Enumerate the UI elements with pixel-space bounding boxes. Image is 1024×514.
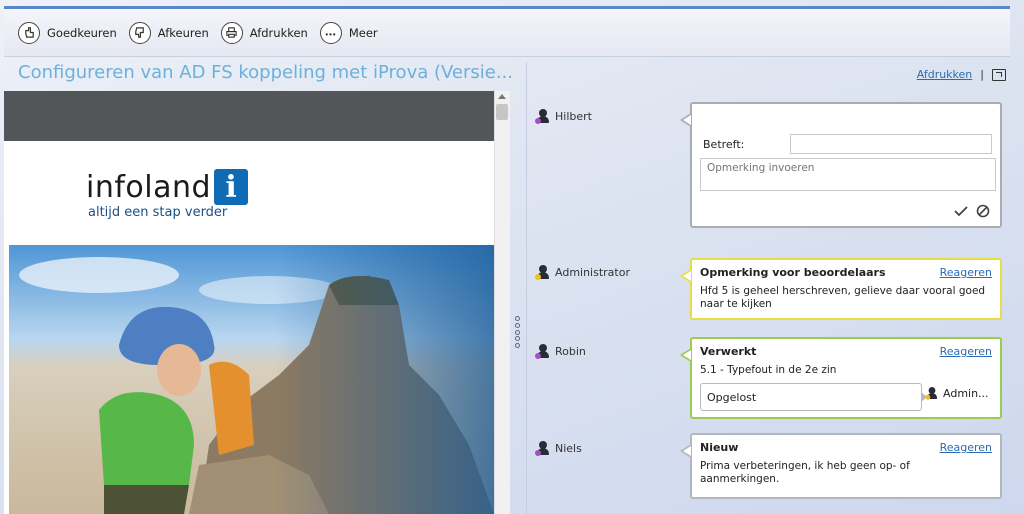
more-icon bbox=[319, 21, 342, 44]
scroll-up-arrow-icon[interactable] bbox=[498, 94, 506, 99]
confirm-check-icon[interactable] bbox=[954, 204, 968, 218]
comment-text: 5.1 - Typefout in de 2e zin bbox=[700, 364, 837, 376]
cancel-icon[interactable] bbox=[976, 204, 990, 218]
comment-card: Nieuw Reageren Prima verbeteringen, ik h… bbox=[680, 433, 1002, 499]
print-link[interactable]: Afdrukken bbox=[917, 68, 973, 81]
reply-link[interactable]: Reageren bbox=[940, 266, 992, 279]
print-button[interactable]: Afdrukken bbox=[220, 21, 308, 44]
separator: | bbox=[980, 68, 984, 81]
printer-icon bbox=[220, 21, 243, 44]
author-name: Administrator bbox=[555, 265, 630, 279]
user-icon bbox=[535, 109, 550, 124]
document-viewer[interactable]: infoland i altijd een stap verder bbox=[4, 91, 510, 514]
approve-icon bbox=[18, 21, 40, 44]
comment-card: Opmerking voor beoordelaars Reageren Hfd… bbox=[680, 258, 1002, 320]
user-icon bbox=[925, 387, 938, 400]
resolved-by: Admin... bbox=[925, 386, 989, 400]
document-page bbox=[9, 141, 494, 245]
subject-label: Betreft: bbox=[703, 137, 745, 151]
author-administrator: Administrator bbox=[535, 265, 630, 280]
comment-text: Prima verbeteringen, ik heb geen op- of … bbox=[700, 460, 910, 485]
status-text: Opgelost bbox=[707, 390, 757, 404]
toolbar: Goedkeuren Afkeuren Afdrukken Meer bbox=[4, 9, 1010, 57]
logo-tagline: altijd een stap verder bbox=[88, 205, 228, 220]
print-label: Afdrukken bbox=[249, 25, 308, 40]
pane-links: Afdrukken | bbox=[917, 68, 1006, 81]
author-name: Robin bbox=[555, 344, 586, 358]
user-icon bbox=[535, 441, 550, 456]
reject-button[interactable]: Afkeuren bbox=[128, 21, 209, 44]
author-name: Niels bbox=[555, 441, 582, 455]
pane-splitter-handle[interactable] bbox=[513, 316, 521, 348]
logo-badge: i bbox=[214, 169, 249, 205]
viewer-scrollbar[interactable] bbox=[494, 91, 510, 514]
comment-title: Verwerkt bbox=[700, 345, 757, 358]
more-label: Meer bbox=[348, 25, 378, 40]
scroll-thumb[interactable] bbox=[496, 104, 508, 120]
resolved-by-name: Admin... bbox=[943, 386, 989, 400]
maximize-icon[interactable] bbox=[992, 68, 1006, 81]
comment-text: Hfd 5 is geheel herschreven, gelieve daa… bbox=[700, 285, 986, 310]
author-hilbert: Hilbert bbox=[535, 109, 592, 124]
approve-button[interactable]: Goedkeuren bbox=[18, 21, 117, 44]
reject-label: Afkeuren bbox=[157, 25, 209, 40]
user-icon bbox=[535, 344, 550, 359]
comments-pane: Afdrukken | Hilbert Betreft: Administrat… bbox=[526, 62, 1010, 514]
cover-photo bbox=[9, 245, 494, 514]
author-robin: Robin bbox=[535, 344, 586, 359]
reply-link[interactable]: Reageren bbox=[940, 345, 992, 358]
comment-title: Nieuw bbox=[700, 441, 739, 454]
logo-word: infoland bbox=[86, 169, 212, 205]
new-comment-card: Betreft: bbox=[680, 102, 1002, 228]
viewer-header-band bbox=[4, 91, 494, 141]
author-niels: Niels bbox=[535, 441, 582, 456]
user-icon bbox=[535, 265, 550, 280]
approve-label: Goedkeuren bbox=[47, 25, 117, 40]
reject-icon bbox=[128, 21, 151, 44]
more-button[interactable]: Meer bbox=[319, 21, 378, 44]
status-bubble: Opgelost bbox=[700, 383, 927, 411]
remark-textarea[interactable] bbox=[700, 158, 996, 191]
page-title: Configureren van AD FS koppeling met iPr… bbox=[18, 62, 513, 83]
reply-link[interactable]: Reageren bbox=[940, 441, 992, 454]
comment-title: Opmerking voor beoordelaars bbox=[700, 266, 886, 279]
infoland-logo: infoland i bbox=[86, 169, 249, 205]
author-name: Hilbert bbox=[555, 109, 592, 123]
subject-input[interactable] bbox=[790, 134, 992, 154]
comment-card: Verwerkt Reageren 5.1 - Typefout in de 2… bbox=[680, 337, 1002, 419]
